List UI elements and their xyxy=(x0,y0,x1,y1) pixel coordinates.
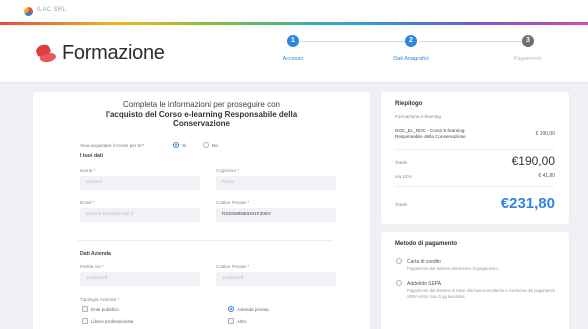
payment-radio-sepa[interactable] xyxy=(396,280,402,286)
payment-method-card: Metodo di pagamento Carta di credito Pag… xyxy=(381,232,569,329)
email-input[interactable]: simone.rossi@email.it xyxy=(80,208,200,222)
step-accesso: 1 Accesso xyxy=(253,35,333,62)
radio-yes[interactable] xyxy=(173,142,179,148)
section-company-data: Dati Azienda xyxy=(80,251,111,257)
tipologia-checkbox-4[interactable] xyxy=(228,318,234,324)
brand-name: Formazione xyxy=(62,42,165,64)
total-label: Totale xyxy=(395,202,408,207)
tipologia-option-4: Altro xyxy=(237,319,247,324)
company-name: ILAC SRL xyxy=(37,7,67,13)
tipologia-option-2: Azienda privata xyxy=(237,307,269,312)
order-summary-card: Riepilogo Formazione e-learning DOC_EL_R… xyxy=(381,92,569,224)
item-name-line2: Responsabile della Conservazione xyxy=(395,134,466,139)
step-dati-anagrafici: 2 Dati Anagrafici xyxy=(371,35,451,62)
tipologia-checkbox-3[interactable] xyxy=(82,318,88,324)
summary-title: Riepilogo xyxy=(395,101,423,107)
item-name-line1: DOC_EL_RDC - Corso E-learning xyxy=(395,128,465,133)
cognome-input[interactable]: Rossi xyxy=(216,176,336,190)
step-number: 2 xyxy=(405,35,417,47)
tipologia-option-1: Ente pubblico xyxy=(91,307,119,312)
nome-label: Nome * xyxy=(80,168,96,173)
top-strip: ILAC SRL xyxy=(0,0,588,22)
step-label: Pagamento xyxy=(513,56,543,62)
formazione-logo-icon xyxy=(34,42,58,64)
codice-fiscale-label: Codice Fiscale * xyxy=(216,200,250,205)
step-pagamento: 3 Pagamento xyxy=(488,35,568,62)
codice-fiscale-input[interactable]: RSSSMN80H01F205V xyxy=(216,208,336,222)
summary-separator xyxy=(395,186,555,187)
subtotal-label: Totale xyxy=(395,160,408,165)
registration-form-card: Completa le informazioni per proseguire … xyxy=(33,92,370,329)
purchase-question: Vuoi acquistare il Corso per te? xyxy=(80,143,144,148)
payment-option-card-desc: Pagamento dal sistema elettronico di pag… xyxy=(407,266,499,271)
payment-option-sepa-desc: Pagamento dal sistema in base alla banca… xyxy=(407,288,556,299)
tipologia-option-3: Libero professionista xyxy=(91,319,134,324)
section-divider xyxy=(77,240,333,241)
company-logo-icon xyxy=(24,7,33,16)
tipologia-radio-2[interactable] xyxy=(228,306,234,312)
payment-radio-card[interactable] xyxy=(396,258,402,264)
partita-iva-input[interactable]: 12345678 xyxy=(80,272,200,286)
cognome-label: Cognome * xyxy=(216,168,239,173)
radio-no-label: No xyxy=(212,143,218,148)
brand[interactable]: Formazione xyxy=(34,42,165,65)
form-title: Completa le informazioni per proseguire … xyxy=(105,100,298,128)
tipologia-checkbox-1[interactable] xyxy=(82,306,88,312)
section-personal-data: I tuoi dati xyxy=(80,153,104,159)
company-cf-input[interactable]: 12345678 xyxy=(216,272,336,286)
item-price: € 190,00 xyxy=(535,131,555,137)
checkout-steps: 1 Accesso 2 Dati Anagrafici 3 Pagamento xyxy=(270,33,570,73)
subtotal-value: €190,00 xyxy=(511,154,555,168)
vat-value: € 41,80 xyxy=(538,173,555,179)
summary-subtitle: Formazione e-learning xyxy=(395,114,441,119)
payment-title: Metodo di pagamento xyxy=(395,241,457,247)
radio-yes-label: Sì xyxy=(182,143,187,148)
partita-iva-label: Partita Iva * xyxy=(80,264,104,269)
step-label: Accesso xyxy=(282,56,304,62)
total-value: €231,80 xyxy=(500,195,555,212)
header: Formazione 1 Accesso 2 Dati Anagrafici 3… xyxy=(0,25,588,83)
step-number: 1 xyxy=(287,35,299,47)
step-label: Dati Anagrafici xyxy=(393,56,429,62)
radio-no[interactable] xyxy=(203,142,209,148)
payment-option-card[interactable]: Carta di credito xyxy=(407,259,441,265)
payment-option-sepa[interactable]: Addebito SEPA xyxy=(407,281,441,287)
nome-input[interactable]: Simone xyxy=(80,176,200,190)
email-label: Email * xyxy=(80,200,95,205)
vat-label: Iva 22% xyxy=(395,174,412,179)
step-number: 3 xyxy=(522,35,534,47)
summary-separator xyxy=(395,149,555,150)
tipologia-label: Tipologia Azienda * xyxy=(80,297,120,302)
company-cf-label: Codice Fiscale * xyxy=(216,264,250,269)
